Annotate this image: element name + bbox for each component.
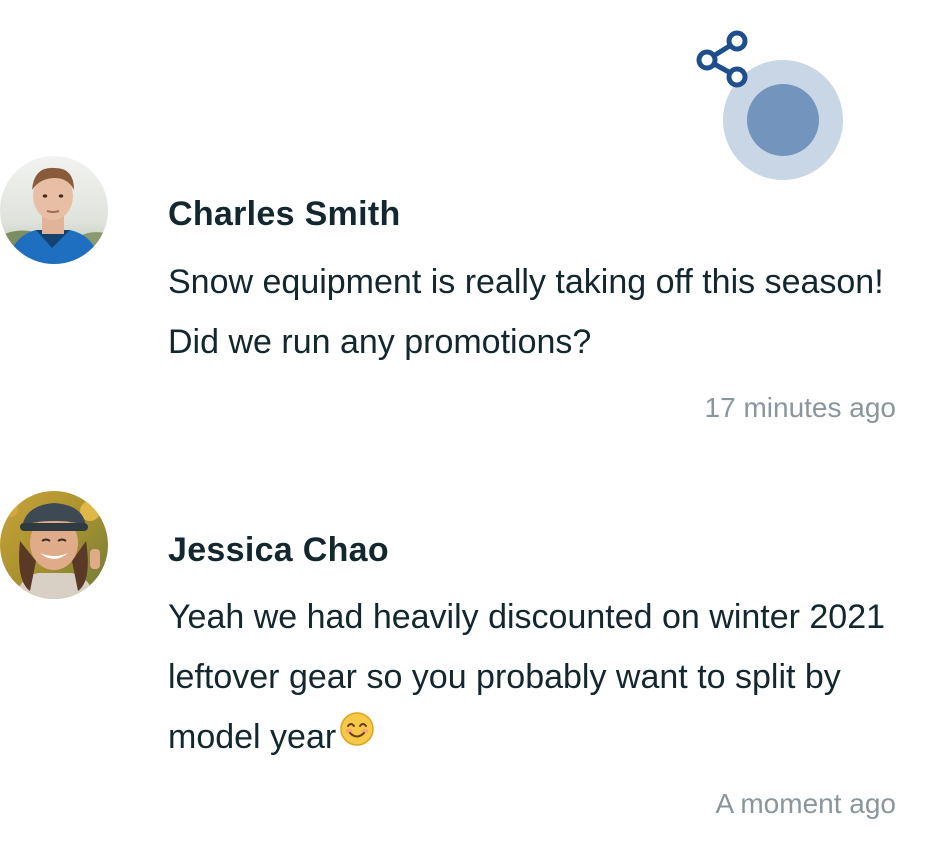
share-icon[interactable] [693,30,753,90]
smiling-face-emoji [340,705,374,765]
comment-author: Charles Smith [168,195,401,233]
comment-timestamp: A moment ago [715,788,896,819]
comment-author: Jessica Chao [168,531,389,569]
avatar[interactable] [0,491,108,599]
comment-body-text: Yeah we had heavily discounted on winter… [168,598,886,756]
avatar[interactable] [0,156,108,264]
comment-timestamp: 17 minutes ago [704,392,896,423]
comment-body: Yeah we had heavily discounted on winter… [168,587,898,769]
comment-thread: Charles Smith Snow equipment is really t… [0,0,933,864]
comment-body: Snow equipment is really taking off this… [168,263,884,361]
focus-indicator-dot [747,84,819,156]
